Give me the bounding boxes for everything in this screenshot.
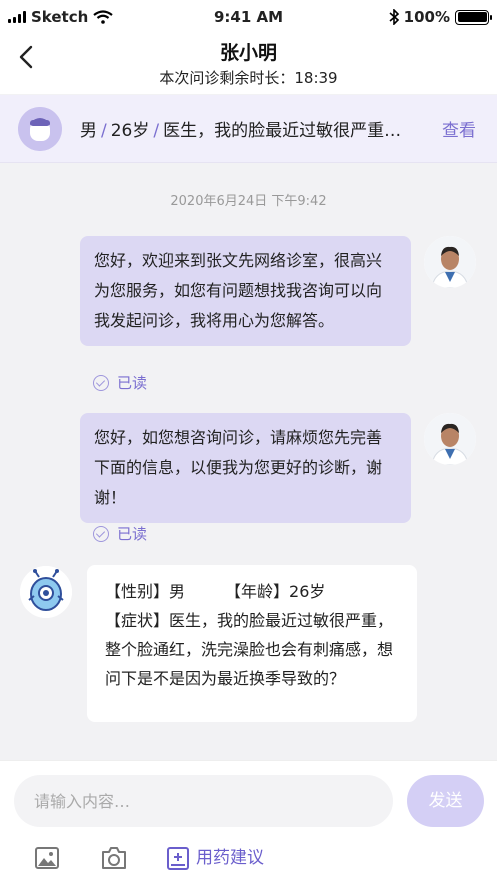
gender-value: 男 <box>169 582 186 601</box>
patient-summary: 医生，我的脸最近过敏很严重… <box>163 121 402 141</box>
camera-icon[interactable] <box>100 845 128 871</box>
read-label: 已读 <box>117 525 148 543</box>
page-title: 张小明 <box>219 42 277 64</box>
patient-summary-bar: 男/26岁 / 医生，我的脸最近过敏很严重… 查看 <box>0 95 497 163</box>
status-bar: Sketch 9:41 AM 100% <box>0 0 497 34</box>
bot-avatar[interactable] <box>20 566 72 618</box>
send-button[interactable]: 发送 <box>407 775 484 827</box>
read-label: 已读 <box>117 374 148 392</box>
medication-advice-icon[interactable] <box>166 845 190 871</box>
chat-timestamp: 2020年6月24日 下午9:42 <box>170 194 327 209</box>
doctor-message: 您好，如您想咨询问诊，请麻烦您先完善下面的信息，以便我为您更好的诊断，谢谢！ <box>80 413 411 523</box>
chat-footer: 发送 用药建议 <box>0 760 497 883</box>
doctor-message: 您好，欢迎来到张文先网络诊室，很高兴为您服务，如您有问题想找我咨询可以向我发起问… <box>80 236 411 346</box>
nav-bar: 张小明 本次问诊剩余时长：18:39 <box>0 34 497 94</box>
status-right: 100% <box>389 8 492 26</box>
medication-advice-button[interactable]: 用药建议 <box>196 845 264 871</box>
read-status: 已读 <box>93 372 147 393</box>
patient-avatar <box>18 106 62 151</box>
patient-gender: 男 <box>80 121 97 141</box>
read-status: 已读 <box>93 523 147 544</box>
patient-info: 男/26岁 / 医生，我的脸最近过敏很严重… <box>80 116 428 141</box>
check-circle-icon <box>93 525 109 542</box>
check-circle-icon <box>93 374 109 391</box>
separator: / <box>101 121 107 141</box>
card-row-symptom: 【症状】医生，我的脸最近过敏很严重，整个脸通红，洗完澡脸也会有刺痛感，想问下是不… <box>105 606 399 693</box>
bluetooth-icon <box>389 9 399 25</box>
patient-age: 26岁 <box>110 121 150 141</box>
message-text: 您好，欢迎来到张文先网络诊室，很高兴为您服务，如您有问题想找我咨询可以向我发起问… <box>94 251 383 330</box>
battery-label: 100% <box>403 8 450 26</box>
symptom-label: 【症状】 <box>105 611 170 630</box>
view-details-link[interactable]: 查看 <box>442 116 476 141</box>
battery-icon <box>455 9 492 25</box>
card-row-basic: 【性别】男 【年龄】26岁 <box>105 577 399 606</box>
consult-remaining-time: 本次问诊剩余时长：18:39 <box>159 69 338 87</box>
gender-label: 【性别】 <box>105 582 170 601</box>
patient-info-card: 【性别】男 【年龄】26岁 【症状】医生，我的脸最近过敏很严重，整个脸通红，洗完澡… <box>87 565 417 722</box>
message-input[interactable] <box>14 775 393 827</box>
age-label: 【年龄】 <box>225 582 290 601</box>
doctor-avatar[interactable] <box>424 413 476 465</box>
separator: / <box>153 121 160 141</box>
image-icon[interactable] <box>34 845 60 871</box>
message-text: 您好，如您想咨询问诊，请麻烦您先完善下面的信息，以便我为您更好的诊断，谢谢！ <box>94 428 383 507</box>
doctor-avatar[interactable] <box>424 236 476 288</box>
age-value: 26岁 <box>289 582 326 601</box>
